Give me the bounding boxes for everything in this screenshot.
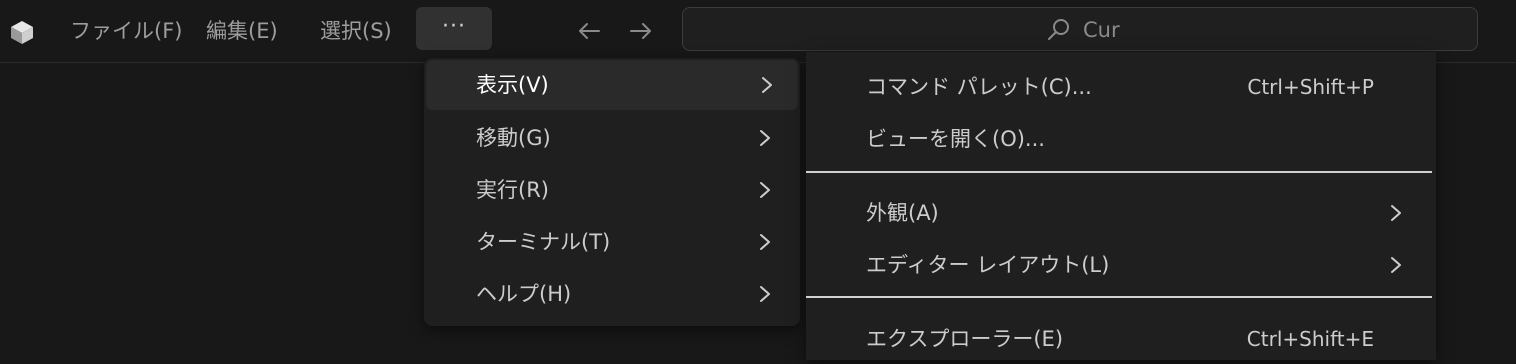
menu-item-label: 表示(V) [476,73,549,97]
shortcut-label: Ctrl+Shift+E [1246,327,1374,351]
submenu-item-label: エディター レイアウト(L) [866,253,1110,277]
cube-logo-icon[interactable] [8,18,36,46]
arrow-left-icon[interactable] [574,16,604,46]
submenu-item-open-view[interactable]: ビューを開く(O)... [806,114,1436,164]
menu-item-go[interactable]: 移動(G) [424,113,800,163]
chevron-right-icon [757,75,777,95]
menu-file[interactable]: ファイル(F) [70,14,182,48]
submenu-item-label: 外観(A) [866,201,939,225]
menu-separator [806,296,1432,298]
menu-separator [806,171,1432,173]
chevron-right-icon [1386,203,1406,223]
menu-edit[interactable]: 編集(E) [206,14,278,48]
search-text: Cur [1083,18,1120,42]
search-box[interactable]: Cur [682,7,1478,51]
arrow-right-icon[interactable] [626,16,656,46]
chevron-right-icon [755,284,775,304]
submenu-item-editor-layout[interactable]: エディター レイアウト(L) [806,240,1436,290]
more-menus-button[interactable]: ··· [416,7,492,50]
overflow-menu: 表示(V) 移動(G) 実行(R) ターミナル(T) ヘルプ(H) [424,58,800,326]
menu-item-run[interactable]: 実行(R) [424,165,800,215]
chevron-right-icon [755,180,775,200]
menu-item-label: 実行(R) [476,178,549,202]
menu-item-label: 移動(G) [476,126,551,150]
menu-item-view[interactable]: 表示(V) [426,60,798,110]
submenu-item-label: コマンド パレット(C)... [866,75,1092,99]
search-icon [1045,16,1073,44]
menu-item-label: ヘルプ(H) [476,282,572,306]
chevron-right-icon [1386,255,1406,275]
submenu-item-appearance[interactable]: 外観(A) [806,188,1436,238]
submenu-item-label: エクスプローラー(E) [866,327,1064,351]
submenu-item-label: ビューを開く(O)... [866,127,1045,151]
menu-item-help[interactable]: ヘルプ(H) [424,269,800,319]
menu-item-label: ターミナル(T) [476,230,611,254]
chevron-right-icon [755,128,775,148]
menu-selection[interactable]: 選択(S) [320,14,392,48]
chevron-right-icon [755,232,775,252]
shortcut-label: Ctrl+Shift+P [1247,75,1374,99]
view-submenu: コマンド パレット(C)... Ctrl+Shift+P ビューを開く(O)..… [806,52,1436,360]
submenu-item-command-palette[interactable]: コマンド パレット(C)... Ctrl+Shift+P [806,62,1436,112]
submenu-item-explorer[interactable]: エクスプローラー(E) Ctrl+Shift+E [806,314,1436,364]
menu-item-terminal[interactable]: ターミナル(T) [424,217,800,267]
